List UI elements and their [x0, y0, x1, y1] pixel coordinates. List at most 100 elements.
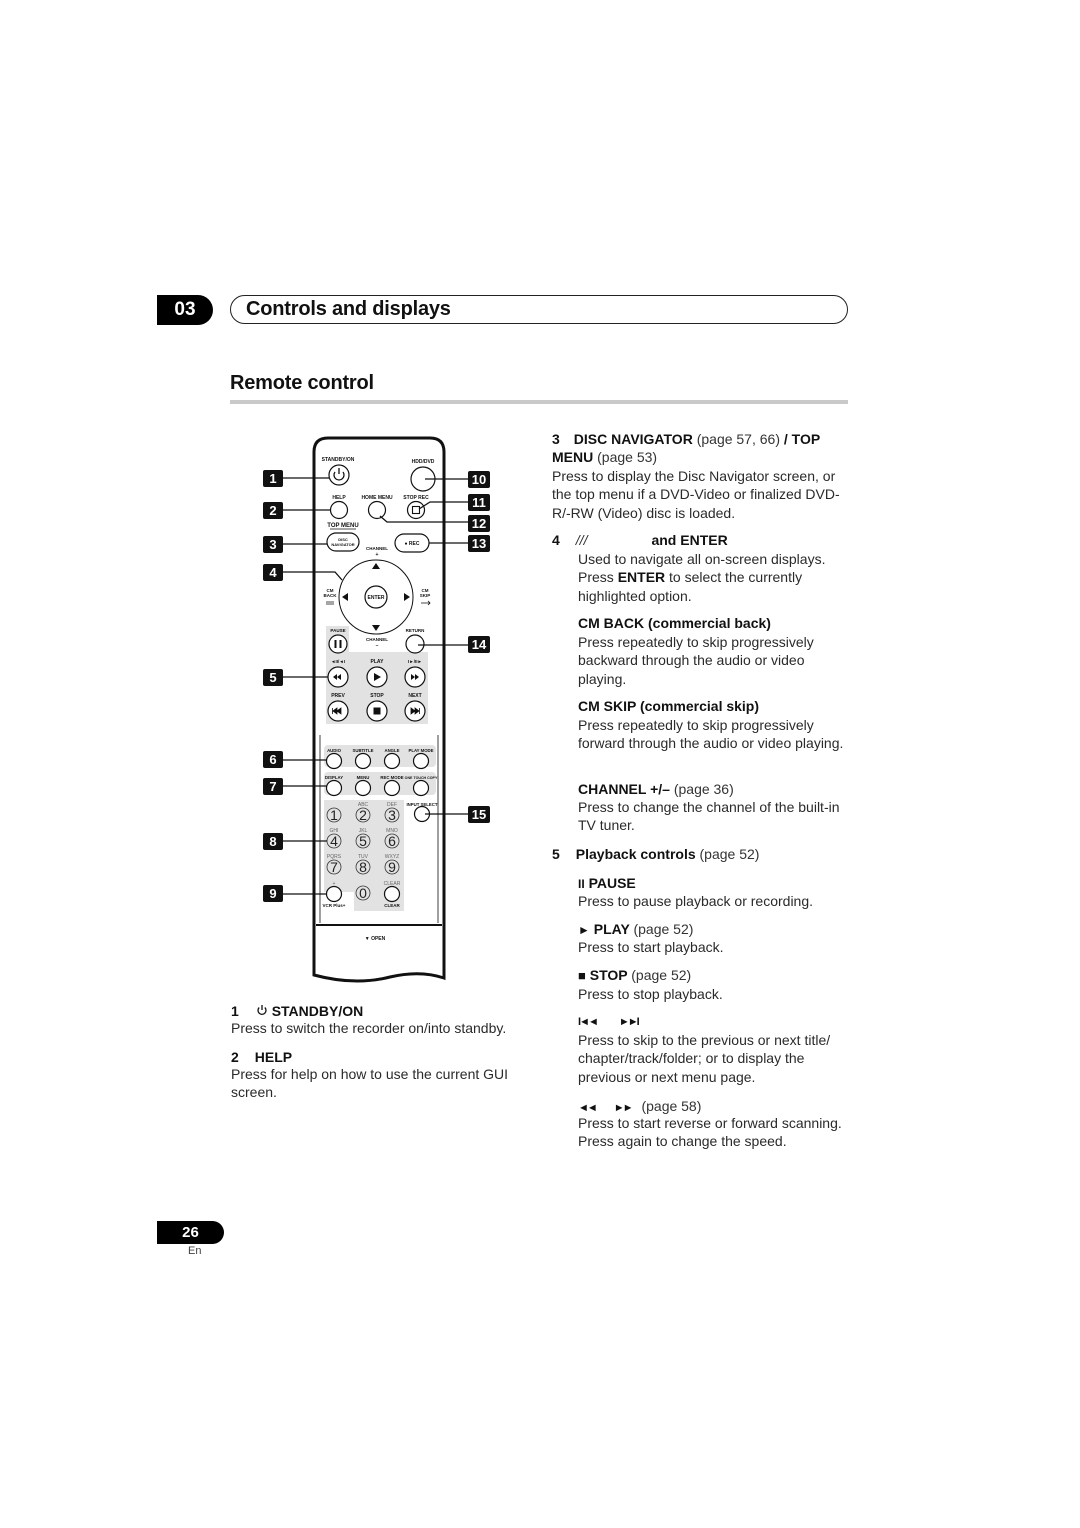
cm-back-heading: CM BACK (commercial back)	[578, 615, 771, 631]
svg-text:9: 9	[269, 886, 276, 901]
scan-page-ref[interactable]: (page 58)	[641, 1098, 701, 1114]
channel-down-label: CHANNEL	[366, 637, 388, 642]
navigator-label: NAVIGATOR	[331, 542, 354, 547]
return-button[interactable]	[405, 634, 425, 654]
angle-label: ANGLE	[384, 748, 399, 753]
page-language: En	[188, 1245, 202, 1257]
svg-text:6: 6	[269, 752, 276, 767]
pause-label: PAUSE	[330, 628, 345, 633]
item-3-number: 3	[552, 431, 560, 447]
cm-skip-label-2: SKIP	[420, 593, 431, 598]
item-3-body: Press to display the Disc Navigator scre…	[552, 468, 840, 521]
play-mode-button[interactable]	[412, 752, 430, 770]
svg-text:13: 13	[472, 536, 486, 551]
callout-5: 5	[263, 669, 283, 686]
callout-4: 4	[263, 564, 283, 581]
cm-back-label-2: BACK	[324, 593, 338, 598]
play-page-ref[interactable]: (page 52)	[633, 921, 693, 937]
svg-text:14: 14	[472, 637, 487, 652]
hdd-dvd-label: HDD/DVD	[412, 459, 435, 465]
digit-4: 4	[330, 833, 338, 849]
stop-rec-button[interactable]	[406, 500, 426, 520]
stop-body: Press to stop playback.	[578, 986, 723, 1002]
item-4-arrows: ///	[575, 532, 588, 548]
item-5-page-ref[interactable]: (page 52)	[700, 846, 760, 862]
channel-page-ref[interactable]: (page 36)	[674, 781, 734, 797]
item-3-title: DISC NAVIGATOR	[573, 431, 693, 447]
item-4-number: 4	[552, 532, 560, 548]
cm-back-body: Press repeatedly to skip progressively b…	[578, 634, 814, 687]
svg-text:10: 10	[472, 472, 486, 487]
digit-0: 0	[359, 885, 367, 901]
callout-2: 2	[263, 502, 283, 519]
channel-heading: CHANNEL +/– (page 36)	[578, 781, 734, 797]
item-2-title: HELP	[254, 1049, 293, 1065]
callout-13: 13	[468, 535, 490, 552]
display-label: DISPLAY	[325, 775, 343, 780]
angle-button[interactable]	[383, 752, 401, 770]
chapter-title: Controls and displays	[246, 298, 451, 320]
callout-14: 14	[468, 636, 490, 653]
section-title: Remote control	[230, 372, 374, 394]
item-1-heading: 1 STANDBY/ON	[231, 1002, 363, 1020]
prev-label: PREV	[331, 693, 345, 699]
slow-reverse-label: ◄II/◄I	[331, 659, 345, 664]
digit-9: 9	[388, 859, 396, 875]
stop-page-ref[interactable]: (page 52)	[631, 967, 691, 983]
pause-body: Press to pause playback or recording.	[578, 893, 814, 909]
pause-button[interactable]	[328, 634, 348, 654]
callout-6: 6	[263, 751, 283, 768]
callout-7: 7	[263, 778, 283, 795]
chapter-number: 03	[174, 299, 196, 320]
scan-body: Press to start reverse or forward scanni…	[578, 1115, 842, 1150]
top-menu-label: TOP MENU	[327, 523, 358, 529]
help-label: HELP	[332, 495, 346, 501]
svg-text:2: 2	[269, 503, 276, 518]
next-label: NEXT	[408, 693, 421, 699]
menu-label: MENU	[357, 775, 370, 780]
item-3-page-ref-2[interactable]: (page 53)	[597, 449, 657, 465]
callout-11: 11	[468, 494, 490, 511]
item-5-title: Playback controls	[575, 846, 696, 862]
callout-3: 3	[263, 536, 283, 553]
vcr-plus-button[interactable]	[325, 885, 343, 903]
rec-label: ● REC	[405, 541, 420, 547]
item-4-title: and ENTER	[651, 532, 728, 548]
home-menu-button[interactable]	[367, 500, 387, 520]
standby-label: STANDBY/ON	[322, 457, 355, 463]
digit-2: 2	[359, 807, 367, 823]
digit-6: 6	[388, 833, 396, 849]
digit-7: 7	[330, 859, 338, 875]
remote-control-diagram: .lbl { font-size: 5px; font-weight: bold…	[263, 436, 490, 983]
svg-text:7: 7	[269, 779, 276, 794]
callout-15: 15	[468, 806, 490, 823]
play-heading: ► PLAY (page 52)	[578, 921, 694, 937]
channel-up-label: CHANNEL	[366, 546, 388, 551]
callout-12: 12	[468, 515, 490, 532]
display-button[interactable]	[325, 779, 343, 797]
digit-8: 8	[359, 859, 367, 875]
menu-button[interactable]	[354, 779, 372, 797]
item-5-number: 5	[552, 846, 560, 862]
svg-text:12: 12	[472, 516, 486, 531]
svg-text:5: 5	[269, 670, 276, 685]
clear-button[interactable]	[383, 885, 401, 903]
rec-mode-button[interactable]	[383, 779, 401, 797]
slow-forward-label: I►/II►	[408, 659, 422, 664]
enter-label: ENTER	[368, 595, 385, 601]
clear-label: CLEAR	[384, 903, 400, 908]
item-1-number: 1	[231, 1003, 239, 1019]
subtitle-label: SUBTITLE	[352, 748, 373, 753]
audio-button[interactable]	[325, 752, 343, 770]
cm-skip-body: Press repeatedly to skip progressively f…	[578, 717, 844, 752]
play-body: Press to start playback.	[578, 939, 724, 955]
help-button[interactable]	[329, 500, 349, 520]
play-icon: ►	[578, 923, 590, 937]
channel-body: Press to change the channel of the built…	[578, 799, 840, 834]
cm-skip-heading: CM SKIP (commercial skip)	[578, 698, 760, 714]
one-touch-copy-button[interactable]	[412, 779, 430, 797]
item-3-page-ref[interactable]: (page 57, 66)	[697, 431, 780, 447]
subtitle-button[interactable]	[354, 752, 372, 770]
one-touch-copy-label: ONE TOUCH COPY	[405, 776, 438, 780]
channel-plus-sign: +	[376, 552, 379, 558]
